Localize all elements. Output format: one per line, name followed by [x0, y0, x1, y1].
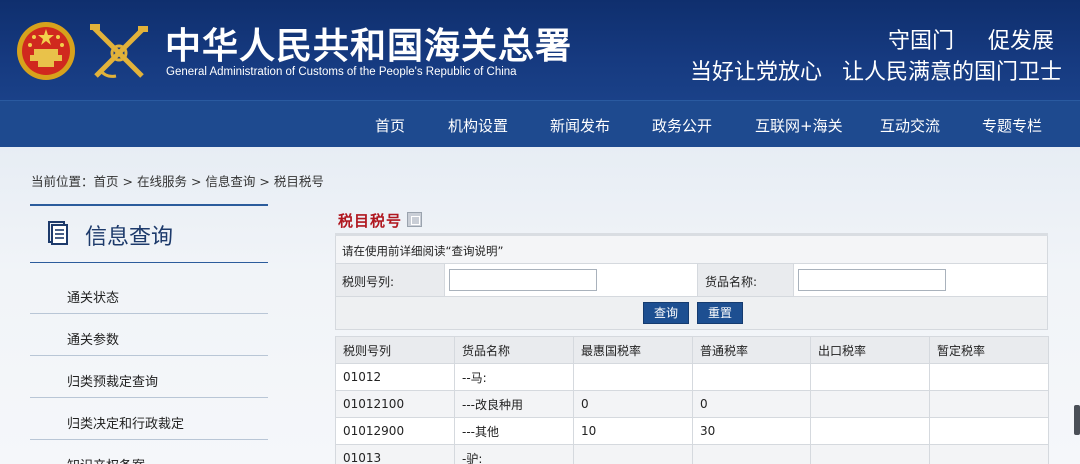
table-row[interactable]: 01013 -驴:: [335, 444, 1049, 464]
table-cell: 30: [692, 417, 811, 445]
site-header: 中华人民共和国海关总署 General Administration of Cu…: [0, 0, 1080, 100]
name-label: 货品名称:: [705, 275, 758, 289]
table-cell: 01012900: [335, 417, 455, 445]
column-header-provisional-rate: 暂定税率: [929, 336, 1049, 364]
nav-item-organization[interactable]: 机构设置: [448, 115, 508, 136]
nav-item-interaction[interactable]: 互动交流: [880, 115, 940, 136]
search-form: 税则号列: 货品名称:: [335, 264, 1048, 297]
button-row: 查询 重置: [335, 297, 1048, 330]
table-cell: [810, 444, 930, 464]
table-cell: [810, 417, 930, 445]
table-header-row: 税则号列 货品名称 最惠国税率 普通税率 出口税率 暂定税率: [335, 336, 1049, 364]
site-title: 中华人民共和国海关总署: [165, 25, 573, 67]
breadcrumb-separator: >: [255, 174, 274, 189]
table-cell: ---其他: [454, 417, 574, 445]
column-header-goods-name: 货品名称: [454, 336, 574, 364]
table-cell: -驴:: [454, 444, 574, 464]
slogan-line1-a: 守国门: [887, 29, 954, 54]
sidebar-item-label: 归类预裁定查询: [67, 375, 159, 390]
nav-item-special-topics[interactable]: 专题专栏: [982, 115, 1042, 136]
slogan-line1-b: 促发展: [987, 29, 1054, 54]
scrollbar-thumb[interactable]: [1074, 405, 1080, 435]
table-cell: 01012100: [335, 390, 455, 418]
table-cell: [692, 363, 811, 391]
table-cell: [929, 363, 1049, 391]
table-cell: [573, 444, 693, 464]
breadcrumb-home[interactable]: 首页: [94, 174, 119, 189]
sidebar-title-divider: [30, 262, 268, 263]
tariff-code-input[interactable]: [449, 269, 597, 291]
sidebar-item-label: 通关状态: [67, 291, 120, 306]
code-label-cell: 税则号列:: [336, 264, 445, 296]
reset-button[interactable]: 重置: [697, 302, 743, 324]
table-cell: [929, 390, 1049, 418]
table-cell: 10: [573, 417, 693, 445]
breadcrumb-prefix: 当前位置：: [31, 174, 94, 189]
query-notice: 请在使用前详细阅读“查询说明”: [342, 244, 504, 258]
slogan-line2-a: 当好让党放心: [689, 60, 822, 85]
column-header-tariff-code: 税则号列: [335, 336, 455, 364]
main-nav: 首页 机构设置 新闻发布 政务公开 互联网+海关 互动交流 专题专栏: [0, 100, 1080, 147]
table-cell: [929, 444, 1049, 464]
nav-item-internet-customs[interactable]: 互联网+海关: [755, 115, 843, 136]
breadcrumb-current: 税目税号: [273, 174, 324, 189]
sidebar-item-ip-registration[interactable]: 知识产权备案: [30, 440, 268, 464]
tariff-table: 税则号列 货品名称 最惠国税率 普通税率 出口税率 暂定税率 01012 --马…: [335, 336, 1049, 464]
table-cell: ---改良种用: [454, 390, 574, 418]
table-cell: 0: [692, 390, 811, 418]
goods-name-input[interactable]: [798, 269, 946, 291]
column-header-general-rate: 普通税率: [692, 336, 811, 364]
site-subtitle: General Administration of Customs of the…: [166, 66, 517, 78]
breadcrumb-separator: >: [186, 174, 206, 189]
panel-title: 税目税号: [338, 212, 403, 230]
table-row[interactable]: 01012 --马:: [335, 363, 1049, 391]
table-cell: [810, 363, 930, 391]
sidebar-item-customs-parameters[interactable]: 通关参数: [30, 314, 268, 356]
table-cell: [810, 390, 930, 418]
sidebar-header: 信息查询: [30, 206, 268, 262]
slogan-line2-b: 让人民满意的国门卫士: [841, 60, 1062, 85]
sidebar-item-customs-status[interactable]: 通关状态: [30, 272, 268, 314]
nav-item-home[interactable]: 首页: [375, 115, 405, 136]
table-cell: [692, 444, 811, 464]
document-list-icon: [48, 221, 68, 245]
nav-item-government-affairs[interactable]: 政务公开: [652, 115, 712, 136]
breadcrumb-info-query[interactable]: 信息查询: [205, 174, 255, 189]
sidebar-item-classification-decision[interactable]: 归类决定和行政裁定: [30, 398, 268, 440]
name-label-cell: 货品名称:: [697, 264, 794, 296]
table-row[interactable]: 01012900 ---其他 10 30: [335, 417, 1049, 445]
table-cell: [573, 363, 693, 391]
customs-keys-icon: [90, 24, 148, 78]
query-button[interactable]: 查询: [643, 302, 689, 324]
table-cell: 0: [573, 390, 693, 418]
sidebar-title: 信息查询: [85, 225, 174, 250]
breadcrumb-online-services[interactable]: 在线服务: [137, 174, 187, 189]
expand-icon[interactable]: [407, 212, 422, 227]
table-row[interactable]: 01012100 ---改良种用 0 0: [335, 390, 1049, 418]
sidebar-item-label: 通关参数: [67, 333, 120, 348]
table-cell: 01013: [335, 444, 455, 464]
notice-row: 请在使用前详细阅读“查询说明”: [335, 236, 1048, 264]
table-cell: --马:: [454, 363, 574, 391]
sidebar-item-classification-advance-ruling[interactable]: 归类预裁定查询: [30, 356, 268, 398]
column-header-mfn-rate: 最惠国税率: [573, 336, 693, 364]
column-header-export-rate: 出口税率: [810, 336, 930, 364]
table-cell: [929, 417, 1049, 445]
national-emblem-icon: [17, 22, 75, 80]
table-cell: 01012: [335, 363, 455, 391]
breadcrumb: 当前位置：首页 > 在线服务 > 信息查询 > 税目税号: [31, 171, 324, 190]
nav-item-news[interactable]: 新闻发布: [550, 115, 610, 136]
sidebar-item-label: 归类决定和行政裁定: [67, 417, 185, 432]
sidebar-item-label: 知识产权备案: [67, 455, 145, 464]
breadcrumb-separator: >: [118, 174, 137, 189]
code-label: 税则号列:: [342, 275, 395, 289]
